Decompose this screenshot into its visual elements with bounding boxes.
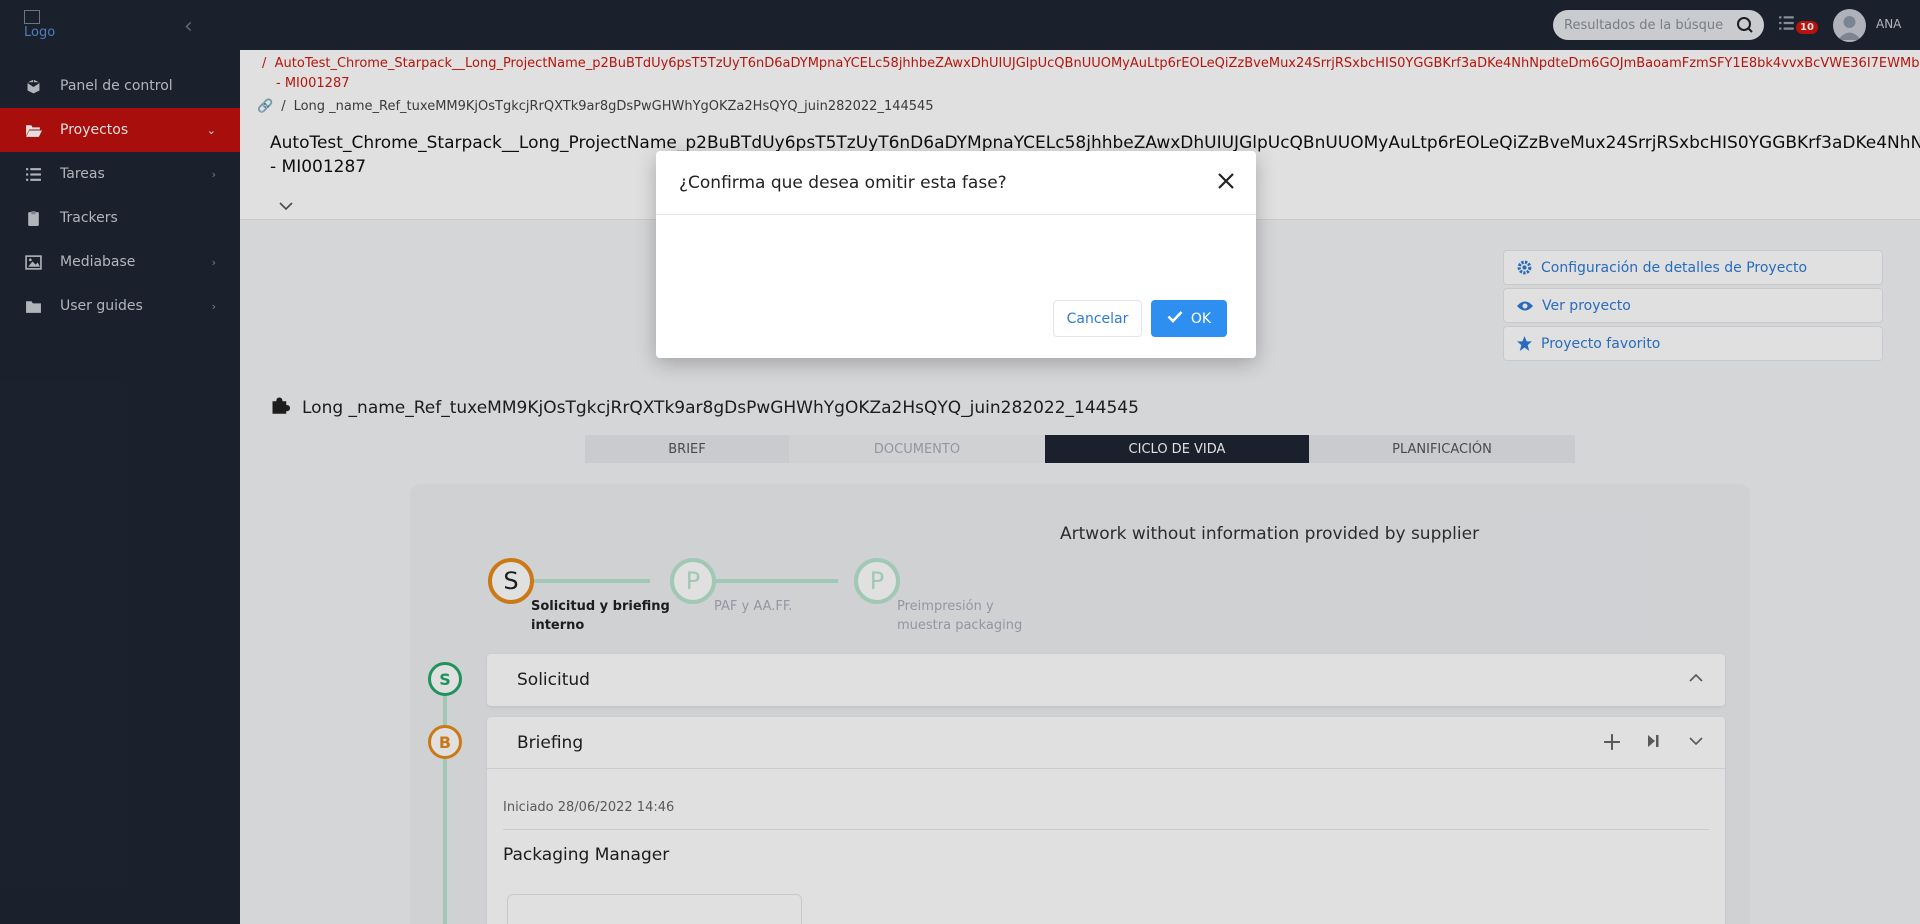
check-icon xyxy=(1167,310,1183,327)
modal-title: ¿Confirma que desea omitir esta fase? xyxy=(679,172,1007,193)
cancel-button[interactable]: Cancelar xyxy=(1053,300,1142,337)
confirm-skip-phase-dialog: ¿Confirma que desea omitir esta fase? Ca… xyxy=(656,151,1256,358)
close-icon[interactable] xyxy=(1216,171,1236,196)
ok-button[interactable]: OK xyxy=(1151,300,1227,337)
modal-header: ¿Confirma que desea omitir esta fase? xyxy=(656,151,1256,215)
ok-button-label: OK xyxy=(1190,310,1212,327)
modal-backdrop[interactable] xyxy=(0,0,1920,924)
